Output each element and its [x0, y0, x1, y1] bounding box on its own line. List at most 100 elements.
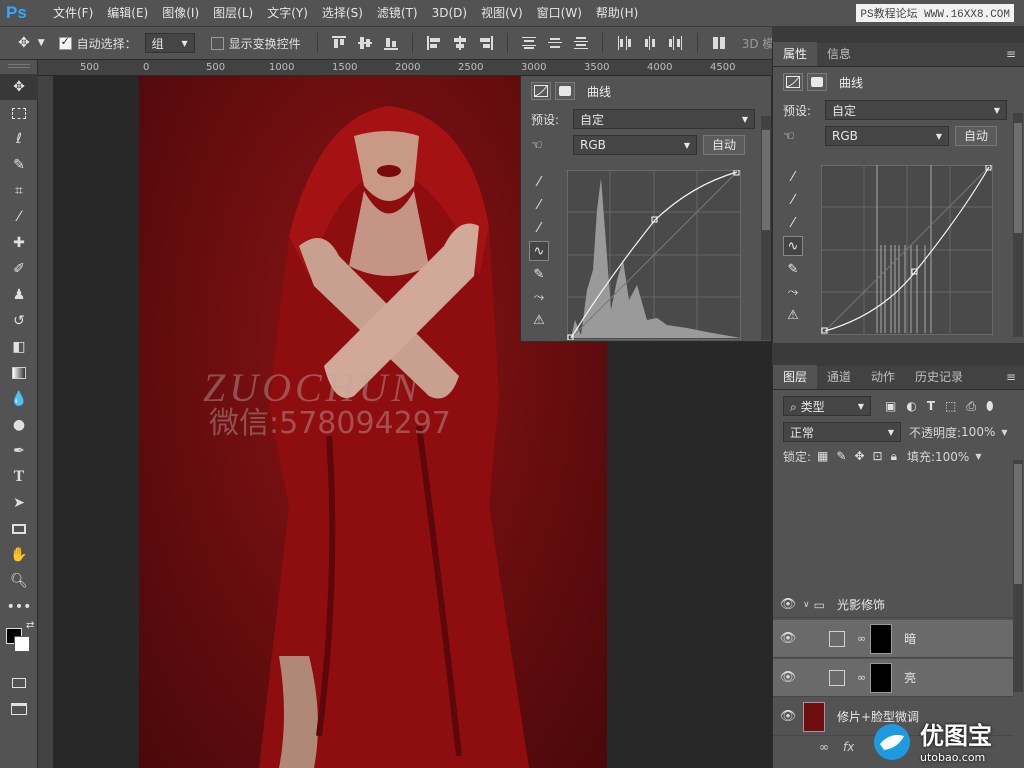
pen-tool-icon[interactable]: ✒ [0, 438, 38, 464]
chevron-down-icon[interactable]: ∨ [803, 600, 810, 610]
curves-scrollbar[interactable] [761, 116, 771, 340]
eyedropper-tool-icon[interactable]: ⁄ [0, 204, 38, 230]
visibility-eye-icon[interactable]: 👁︎ [773, 709, 803, 724]
panel-grip[interactable] [7, 64, 30, 68]
pencil-tool-icon[interactable]: ✎ [529, 264, 549, 284]
hand-tool-icon[interactable]: ✋ [0, 542, 38, 568]
properties-curves-graph[interactable] [821, 165, 993, 335]
align-bottom-icon[interactable] [383, 36, 398, 50]
filter-adjustment-icon[interactable]: ◐ [906, 399, 916, 414]
tab-actions[interactable]: 动作 [861, 365, 905, 389]
tab-history[interactable]: 历史记录 [905, 365, 973, 389]
chevron-down-icon[interactable]: ▼ [38, 38, 45, 48]
lock-pixels-icon[interactable]: ✎ [836, 449, 846, 464]
fill-value[interactable]: 100% [935, 450, 969, 464]
swap-colors-icon[interactable]: ⇄ [26, 620, 34, 631]
curve-point-tool-icon[interactable]: ∿ [529, 241, 549, 261]
chain-link-icon[interactable]: ∞ [857, 671, 866, 684]
chevron-down-icon[interactable]: ▼ [1001, 428, 1007, 437]
menu-help[interactable]: 帮助(H) [589, 0, 645, 26]
filter-toggle-icon[interactable]: ⬮ [986, 399, 994, 414]
hand-target-icon[interactable]: ☜ [531, 138, 563, 153]
move-tool-icon[interactable]: ✥ [18, 35, 30, 51]
rectangle-tool-icon[interactable] [0, 516, 38, 542]
layers-scrollbar[interactable] [1013, 460, 1023, 692]
visibility-eye-icon[interactable]: 👁︎ [773, 597, 803, 612]
menu-type[interactable]: 文字(Y) [260, 0, 315, 26]
white-point-eyedropper-icon[interactable]: ⁄ [783, 213, 803, 233]
filter-type-icon[interactable]: T [927, 399, 935, 414]
quick-select-tool-icon[interactable]: ✎ [0, 152, 38, 178]
gray-point-eyedropper-icon[interactable]: ⁄ [783, 190, 803, 210]
show-transform-checkbox[interactable] [210, 36, 224, 50]
align-hcenter-icon[interactable] [453, 36, 467, 50]
history-brush-icon[interactable]: ↺ [0, 308, 38, 334]
tab-info[interactable]: 信息 [817, 42, 861, 66]
tab-channels[interactable]: 通道 [817, 365, 861, 389]
lock-position-icon[interactable]: ✥ [854, 449, 864, 464]
menu-layer[interactable]: 图层(L) [206, 0, 260, 26]
preset-dropdown[interactable]: 自定 ▼ [573, 109, 755, 129]
layer-group-row[interactable]: 👁︎ ∨ ▭ 光影修饰 [773, 592, 1013, 618]
channel-dropdown[interactable]: RGB ▼ [825, 126, 949, 146]
preset-dropdown[interactable]: 自定 ▼ [825, 100, 1007, 120]
menu-select[interactable]: 选择(S) [315, 0, 370, 26]
smooth-curve-icon[interactable]: ⤳ [783, 282, 803, 302]
auto-button[interactable]: 自动 [703, 135, 746, 155]
background-color-swatch[interactable] [14, 636, 30, 652]
lock-all-icon[interactable]: 🔒︎ [891, 449, 897, 464]
lock-artboard-icon[interactable]: ⊡ [873, 449, 883, 464]
channel-dropdown[interactable]: RGB ▼ [573, 135, 697, 155]
vertical-ruler[interactable] [38, 76, 54, 768]
blend-mode-dropdown[interactable]: 正常 ▼ [783, 422, 901, 442]
filter-pixel-icon[interactable]: ▣ [885, 399, 896, 414]
layer-name[interactable]: 光影修饰 [837, 596, 885, 613]
clipping-warning-icon[interactable]: ⚠ [783, 305, 803, 325]
curves-adjustment-icon[interactable] [783, 73, 803, 91]
white-point-eyedropper-icon[interactable]: ⁄ [529, 218, 549, 238]
layer-name[interactable]: 暗 [904, 630, 916, 647]
zoom-tool-icon[interactable]: 🔍︎ [0, 568, 38, 594]
distribute-bottom-icon[interactable] [573, 36, 588, 50]
curve-point-tool-icon[interactable]: ∿ [783, 236, 803, 256]
lock-transparent-icon[interactable]: ▦ [817, 449, 828, 464]
menu-3d[interactable]: 3D(D) [425, 0, 474, 26]
move-tool-icon[interactable]: ✥ [0, 74, 38, 100]
black-point-eyedropper-icon[interactable]: ⁄ [783, 167, 803, 187]
tab-layers[interactable]: 图层 [773, 365, 818, 389]
menu-edit[interactable]: 编辑(E) [100, 0, 155, 26]
tab-properties[interactable]: 属性 [773, 42, 818, 66]
horizontal-ruler[interactable]: 500 0 500 1000 1500 2000 2500 3000 3500 … [38, 60, 772, 76]
visibility-eye-icon[interactable]: 👁︎ [773, 631, 803, 646]
menu-view[interactable]: 视图(V) [474, 0, 530, 26]
clone-stamp-icon[interactable]: ♟ [0, 282, 38, 308]
curves-adjustment-icon[interactable] [531, 82, 551, 100]
dodge-tool-icon[interactable]: ● [0, 412, 38, 438]
marquee-tool-icon[interactable] [0, 100, 38, 126]
menu-window[interactable]: 窗口(W) [530, 0, 589, 26]
healing-brush-icon[interactable]: ✚ [0, 230, 38, 256]
layer-mask-thumbnail[interactable] [870, 662, 893, 693]
gray-point-eyedropper-icon[interactable]: ⁄ [529, 195, 549, 215]
menu-image[interactable]: 图像(I) [155, 0, 206, 26]
layer-name[interactable]: 亮 [904, 669, 916, 686]
eraser-tool-icon[interactable]: ◧ [0, 334, 38, 360]
clipping-warning-icon[interactable]: ⚠ [529, 310, 549, 330]
filter-shape-icon[interactable]: ⬚ [945, 399, 956, 414]
layer-mask-thumbnail[interactable] [870, 623, 893, 654]
align-right-icon[interactable] [479, 36, 493, 50]
auto-align-icon[interactable] [712, 36, 726, 50]
lasso-tool-icon[interactable]: ℓ [0, 126, 38, 152]
distribute-top-icon[interactable] [521, 36, 536, 50]
visibility-eye-icon[interactable]: 👁︎ [773, 670, 803, 685]
layer-row[interactable]: 👁︎ ∞ 暗 [773, 620, 1013, 658]
more-tools-icon[interactable]: ••• [0, 594, 38, 620]
fx-button[interactable]: fx [843, 740, 854, 754]
mask-icon[interactable] [555, 82, 575, 100]
layer-filter-dropdown[interactable]: ⌕ 类型 ▼ [783, 396, 871, 416]
chevron-down-icon[interactable]: ▼ [975, 452, 981, 461]
gradient-tool-icon[interactable] [0, 360, 38, 386]
auto-select-dropdown[interactable]: 组 ▼ [144, 33, 195, 53]
distribute-hcenter-icon[interactable] [643, 36, 657, 50]
auto-select-checkbox[interactable] [58, 35, 72, 50]
